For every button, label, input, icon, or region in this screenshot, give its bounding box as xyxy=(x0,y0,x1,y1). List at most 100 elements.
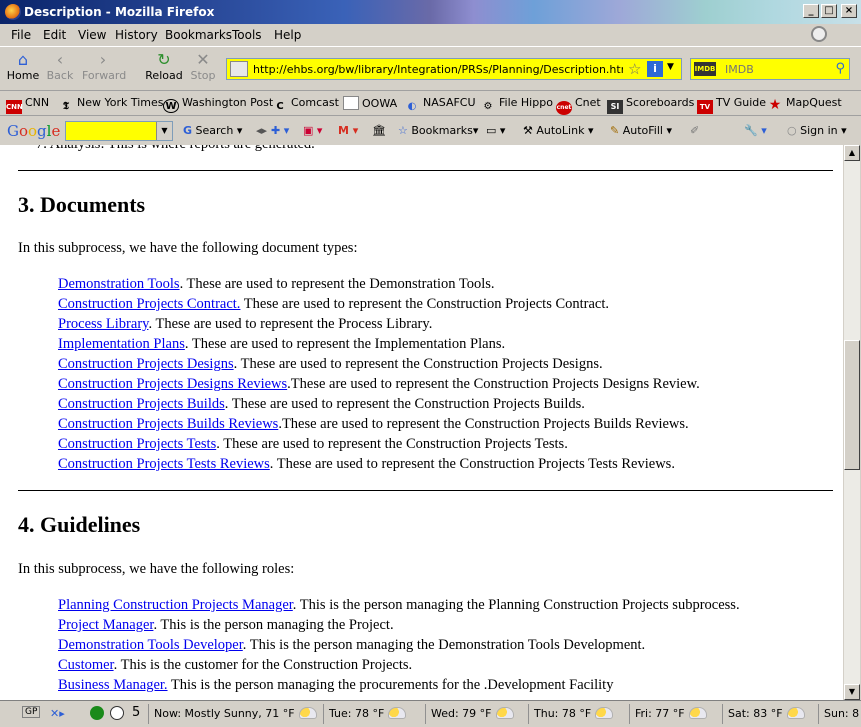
scroll-down-icon[interactable]: ▼ xyxy=(844,684,860,700)
wapo-icon: W xyxy=(163,99,179,113)
gmail-icon[interactable]: M ▾ xyxy=(338,124,358,137)
weather-fri[interactable]: Fri: 77 °F xyxy=(635,707,707,720)
bookmark-scoreboards[interactable]: SI Scoreboards xyxy=(607,96,694,114)
bookmark-star-icon[interactable]: ☆ xyxy=(628,60,641,78)
google-logo[interactable]: Google xyxy=(7,122,60,140)
bookmark-cnet[interactable]: cnet Cnet xyxy=(556,96,601,115)
news-icon[interactable]: ▣ ▾ xyxy=(303,124,322,137)
pencil-icon[interactable]: ✐ xyxy=(690,124,699,137)
menu-view[interactable]: View xyxy=(78,28,106,42)
status-indicator-icon[interactable] xyxy=(90,706,104,720)
menu-help[interactable]: Help xyxy=(274,28,301,42)
role-link[interactable]: Business Manager. xyxy=(58,677,168,693)
partly-sunny-icon xyxy=(688,707,707,719)
document-link[interactable]: Implementation Plans xyxy=(58,336,185,352)
status-separator xyxy=(148,704,149,724)
info-icon[interactable]: i xyxy=(647,61,663,77)
reload-button[interactable]: ↻ Reload xyxy=(143,51,185,83)
google-search-input[interactable] xyxy=(66,122,156,140)
google-search-field[interactable]: ▼ xyxy=(65,121,173,141)
clock-icon[interactable] xyxy=(110,706,124,720)
google-search-label: Search xyxy=(195,124,234,137)
gp-badge[interactable]: GP xyxy=(22,706,41,718)
guidelines-heading: 4. Guidelines xyxy=(18,512,141,537)
maximize-button[interactable]: □ xyxy=(821,4,837,18)
autolink-button[interactable]: ⚒ AutoLink ▾ xyxy=(523,124,593,137)
bank-icon[interactable]: 🏛 xyxy=(372,124,386,137)
document-link[interactable]: Process Library xyxy=(58,316,148,332)
url-bar[interactable]: ☆ i ▼ xyxy=(226,58,682,80)
role-description: . This is the person managing the Planni… xyxy=(292,597,740,613)
google-bookmarks-button[interactable]: ☆ Bookmarks▾ xyxy=(398,124,478,137)
back-button[interactable]: ‹ Back xyxy=(39,51,81,83)
weather-now[interactable]: Now: Mostly Sunny, 71 °F xyxy=(154,707,317,720)
google-search-button[interactable]: G Search ▾ xyxy=(183,124,242,137)
form-icon: ✎ xyxy=(610,124,620,137)
bookmark-file-hippo[interactable]: ⚙ File Hippo xyxy=(480,96,553,114)
bookmark-mapquest[interactable]: ★ MapQuest xyxy=(767,96,842,112)
menu-tools[interactable]: Tools xyxy=(232,28,262,42)
role-link[interactable]: Planning Construction Projects Manager xyxy=(58,597,293,613)
separator-icon: ◂▸ xyxy=(256,124,268,137)
document-link[interactable]: Construction Projects Builds Reviews xyxy=(58,416,278,432)
menu-edit[interactable]: Edit xyxy=(43,28,66,42)
forward-label: Forward xyxy=(82,69,127,82)
document-link[interactable]: Construction Projects Tests Reviews xyxy=(58,456,270,472)
scroll-up-icon[interactable]: ▲ xyxy=(844,145,860,161)
bookmark-nasafcu[interactable]: ◐ NASAFCU xyxy=(404,96,476,114)
documents-intro: In this subprocess, we have the followin… xyxy=(18,240,358,256)
role-link[interactable]: Demonstration Tools Developer xyxy=(58,637,243,653)
close-button[interactable]: × xyxy=(841,4,857,18)
plus-icon[interactable]: ✚ ▾ xyxy=(271,124,289,137)
bookmark-washington-post[interactable]: W Washington Post xyxy=(163,96,273,113)
search-box[interactable]: IMDB ⚲ xyxy=(690,58,850,80)
role-link[interactable]: Project Manager xyxy=(58,617,153,633)
list-item: Project Manager. This is the person mana… xyxy=(58,617,394,634)
home-button[interactable]: ⌂ Home xyxy=(2,51,44,83)
forward-arrow-icon: › xyxy=(99,50,107,69)
list-item: Construction Projects Builds. These are … xyxy=(58,396,585,413)
minimize-button[interactable]: _ xyxy=(803,4,819,18)
weather-tue[interactable]: Tue: 78 °F xyxy=(329,707,407,720)
search-icon[interactable]: ⚲ xyxy=(835,61,845,76)
window-icon[interactable]: ▭ ▾ xyxy=(486,124,505,137)
menu-bookmarks[interactable]: Bookmarks xyxy=(165,28,232,42)
bookmark-oowa[interactable]: OOWA xyxy=(343,96,397,110)
sign-in-button[interactable]: ○ Sign in ▾ xyxy=(787,124,847,137)
home-label: Home xyxy=(6,69,40,82)
weather-sat[interactable]: Sat: 83 °F xyxy=(728,707,805,720)
imdb-engine-icon[interactable]: IMDB xyxy=(694,62,716,76)
forward-button[interactable]: › Forward xyxy=(82,50,127,83)
document-link[interactable]: Construction Projects Tests xyxy=(58,436,216,452)
scoreboards-icon: SI xyxy=(607,100,623,114)
bookmark-label: OOWA xyxy=(362,97,398,110)
vertical-scrollbar[interactable]: ▲ ▼ xyxy=(843,145,860,700)
weather-wed[interactable]: Wed: 79 °F xyxy=(431,707,514,720)
list-item: Construction Projects Tests Reviews. The… xyxy=(58,456,675,473)
weather-sun[interactable]: Sun: 8 xyxy=(824,707,859,720)
document-link[interactable]: Construction Projects Builds xyxy=(58,396,225,412)
scroll-thumb[interactable] xyxy=(844,340,860,470)
bookmark-tv-guide[interactable]: TV TV Guide xyxy=(697,96,766,114)
document-link[interactable]: Construction Projects Contract. xyxy=(58,296,240,312)
weather-fri-label: Fri: 77 °F xyxy=(635,707,685,720)
menu-history[interactable]: History xyxy=(115,28,158,42)
document-link[interactable]: Construction Projects Designs Reviews xyxy=(58,376,287,392)
search-input[interactable] xyxy=(725,62,825,76)
menu-file[interactable]: File xyxy=(11,28,31,42)
autofill-button[interactable]: ✎ AutoFill ▾ xyxy=(610,124,672,137)
weather-thu[interactable]: Thu: 78 °F xyxy=(534,707,614,720)
extension-icon[interactable]: ✕▸ xyxy=(50,707,65,720)
bookmark-nyt[interactable]: 𝕿 New York Times xyxy=(58,96,164,114)
document-link[interactable]: Demonstration Tools xyxy=(58,276,180,292)
document-link[interactable]: Construction Projects Designs xyxy=(58,356,234,372)
bookmark-cnn[interactable]: CNN CNN xyxy=(6,96,49,114)
site-icon xyxy=(230,61,248,77)
stop-button[interactable]: ✕ Stop xyxy=(182,51,224,83)
role-link[interactable]: Customer xyxy=(58,657,114,673)
chevron-down-icon[interactable]: ▼ xyxy=(156,122,172,140)
url-input[interactable] xyxy=(253,61,623,77)
url-dropdown-icon[interactable]: ▼ xyxy=(667,62,674,72)
bookmark-comcast[interactable]: C Comcast xyxy=(272,96,339,114)
wrench-icon[interactable]: 🔧 ▾ xyxy=(744,124,767,137)
